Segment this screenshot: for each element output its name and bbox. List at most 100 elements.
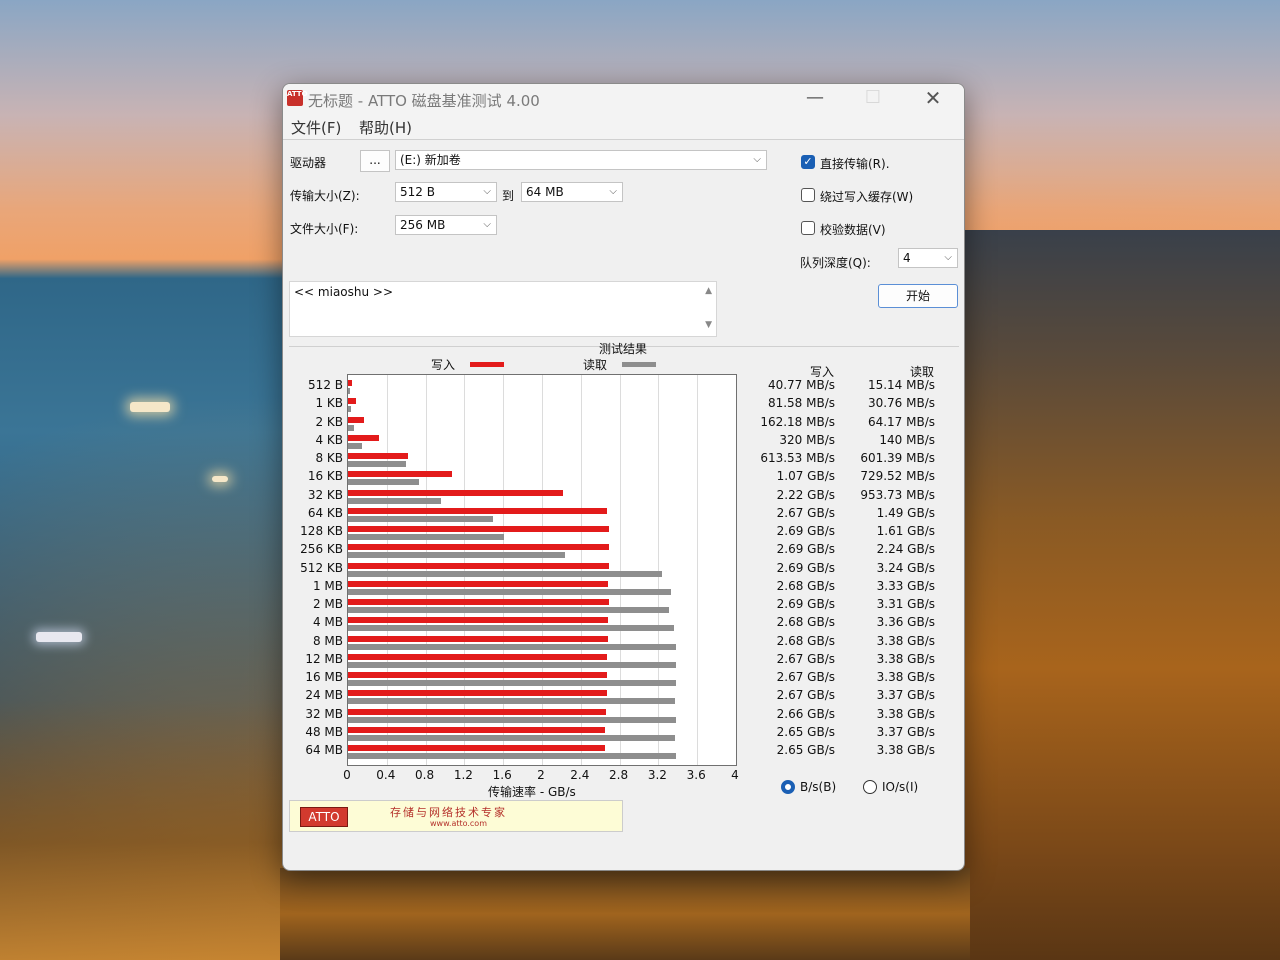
scroll-down-icon[interactable]: ▼ (705, 320, 712, 330)
category-label: 16 KB (307, 469, 343, 484)
category-label: 1 MB (312, 578, 343, 593)
menu-file[interactable]: 文件(F) (291, 117, 341, 138)
read-bar (348, 588, 671, 595)
x-tick-label: 2.4 (570, 768, 590, 782)
transfer-size-label: 传输大小(Z): (290, 189, 360, 203)
category-label: 2 KB (315, 414, 343, 429)
read-value: 140 MB/s (879, 432, 935, 447)
write-value: 2.67 GB/s (776, 688, 835, 703)
transfer-to-select[interactable]: 64 MB ⌵ (521, 182, 623, 202)
read-bar (348, 497, 441, 504)
x-tick-label: 2 (537, 768, 545, 782)
write-value: 2.66 GB/s (776, 706, 835, 721)
read-bar (348, 388, 350, 394)
category-label: 8 KB (315, 451, 343, 465)
verify-checkbox[interactable] (801, 221, 815, 235)
x-tick-label: 3.2 (647, 768, 667, 782)
write-bar (348, 580, 608, 587)
browse-button[interactable]: ... (360, 150, 390, 172)
gridline (697, 375, 699, 765)
unit-bytes-radio[interactable] (781, 780, 795, 794)
desktop-boat (130, 402, 170, 412)
write-bar (348, 745, 606, 751)
x-tick-label: 4 (731, 768, 739, 782)
queue-depth-value: 4 (903, 251, 911, 265)
scroll-up-icon[interactable]: ▲ (705, 286, 712, 296)
category-label: 128 KB (300, 524, 343, 538)
x-tick-label: 0.4 (376, 768, 396, 782)
direct-io-checkbox[interactable]: ✓ (801, 155, 815, 169)
queue-depth-select[interactable]: 4 ⌵ (898, 248, 958, 268)
to-label: 到 (502, 189, 515, 203)
read-value: 3.38 GB/s (876, 670, 935, 684)
menu-help[interactable]: 帮助(H) (359, 117, 412, 138)
write-bar (348, 489, 564, 496)
legend-read-swatch (622, 362, 656, 367)
bypass-cache-checkbox[interactable] (801, 188, 815, 202)
read-value: 3.36 GB/s (876, 615, 935, 630)
desktop-boat (36, 632, 82, 642)
write-bar (348, 708, 607, 715)
read-value: 64.17 MB/s (867, 414, 935, 429)
category-label: 16 MB (305, 670, 343, 684)
read-value: 3.38 GB/s (876, 651, 935, 666)
read-bar (348, 424, 355, 431)
category-label: 64 MB (305, 743, 343, 757)
read-bar (348, 716, 676, 723)
x-tick-label: 0 (343, 768, 351, 782)
write-value: 2.68 GB/s (776, 615, 835, 630)
category-label: 1 KB (315, 396, 343, 411)
maximize-button[interactable]: ☐ (845, 84, 901, 114)
read-value: 3.38 GB/s (876, 633, 935, 648)
legend-write-swatch (470, 362, 504, 367)
write-value: 2.68 GB/s (776, 633, 835, 648)
banner-slogan: 存储与网络技术专家 (390, 806, 507, 819)
write-value: 81.58 MB/s (767, 396, 835, 411)
read-bar (348, 442, 362, 449)
category-label: 8 MB (312, 633, 343, 648)
write-bar (348, 453, 408, 459)
read-value: 953.73 MB/s (860, 487, 935, 502)
atto-window: ATTO 无标题 - ATTO 磁盘基准测试 4.00 — ☐ ✕ 文件(F) … (282, 83, 965, 871)
minimize-button[interactable]: — (787, 84, 843, 114)
write-value: 2.69 GB/s (776, 597, 835, 611)
category-label: 32 MB (305, 706, 343, 721)
category-label: 4 KB (315, 432, 343, 447)
read-value: 3.33 GB/s (876, 578, 935, 593)
file-size-select[interactable]: 256 MB ⌵ (395, 215, 497, 235)
read-value: 729.52 MB/s (860, 469, 935, 484)
atto-banner[interactable]: ATTO 存储与网络技术专家 www.atto.com (289, 800, 623, 832)
menu-bar: 文件(F) 帮助(H) (283, 114, 964, 140)
read-value: 1.61 GB/s (876, 524, 935, 538)
unit-io-radio[interactable] (863, 780, 877, 794)
x-axis-label: 传输速率 - GB/s (488, 785, 576, 799)
title-bar[interactable]: ATTO 无标题 - ATTO 磁盘基准测试 4.00 — ☐ ✕ (283, 84, 964, 114)
desktop-city-bottom (280, 868, 970, 960)
write-bar (348, 398, 356, 405)
read-value: 601.39 MB/s (860, 451, 935, 465)
transfer-from-value: 512 B (400, 185, 435, 199)
transfer-from-select[interactable]: 512 B ⌵ (395, 182, 497, 202)
read-bar (348, 698, 675, 705)
write-bar (348, 471, 452, 478)
unit-io-label: IO/s(I) (882, 780, 919, 794)
category-label: 64 KB (307, 505, 343, 520)
drive-select[interactable]: (E:) 新加卷 ⌵ (395, 150, 767, 170)
write-value: 2.65 GB/s (776, 724, 835, 739)
write-bar (348, 690, 607, 697)
category-label: 4 MB (312, 615, 343, 630)
description-textarea[interactable]: << miaoshu >> ▲ ▼ (289, 281, 717, 337)
write-bar (348, 380, 352, 386)
legend-read-label: 读取 (583, 358, 608, 372)
write-bar (348, 562, 609, 569)
x-tick-label: 1.2 (453, 768, 473, 782)
write-bar (348, 434, 380, 441)
desktop-shore (0, 700, 290, 960)
x-tick-label: 3.6 (686, 768, 706, 782)
write-value: 2.69 GB/s (776, 542, 835, 557)
read-bar (348, 515, 493, 522)
close-button[interactable]: ✕ (905, 84, 961, 114)
read-bar (348, 461, 407, 467)
start-button[interactable]: 开始 (878, 284, 958, 308)
read-bar (348, 753, 676, 759)
